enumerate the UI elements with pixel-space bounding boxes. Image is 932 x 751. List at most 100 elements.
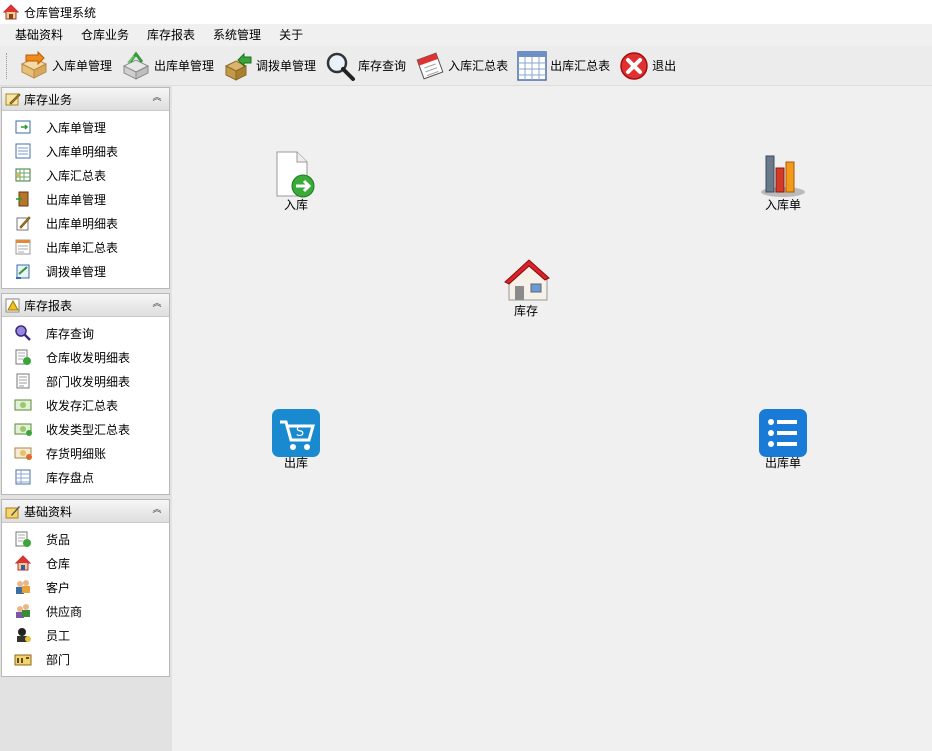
grid-sheet-icon (15, 168, 31, 182)
svg-text:S: S (296, 425, 304, 440)
document-arrow-icon (276, 151, 315, 198)
sidebar-item-department[interactable]: 部门 (2, 647, 169, 671)
panel-list: 货品 仓库 客户 供应商 员工 部门 (2, 523, 169, 671)
desktop-inbound-order-shortcut[interactable]: 入库单 (748, 150, 818, 213)
panel-title: 基础资料 (24, 504, 73, 519)
sidebar-item-customer[interactable]: 客户 (2, 575, 169, 599)
panel-header-basic-data[interactable]: 基础资料 ︽ (2, 500, 169, 523)
toolbar-grip[interactable] (6, 52, 10, 79)
transfer-box-icon (224, 52, 252, 81)
sidebar-item-label: 仓库 (46, 556, 71, 571)
sidebar-item-label: 供应商 (46, 604, 83, 619)
panel-stock-reports: 库存报表 ︽ 库存查询 仓库收发明细表 部门收发明细表 收发存汇总表 收发类型汇… (1, 293, 170, 495)
doc-add-icon (15, 349, 31, 365)
sidebar-item-stock-query[interactable]: 库存查询 (2, 321, 169, 345)
sidebar-item-io-type-summary[interactable]: 收发类型汇总表 (2, 417, 169, 441)
menu-basic-data[interactable]: 基础资料 (6, 24, 72, 46)
desktop-outbound-shortcut[interactable]: S 出库 (261, 408, 331, 471)
panel-header-stock-business[interactable]: 库存业务 ︽ (2, 88, 169, 111)
sidebar-item-goods[interactable]: 货品 (2, 527, 169, 551)
sidebar-item-label: 员工 (46, 628, 71, 643)
desktop-inbound-label: 入库 (283, 198, 308, 212)
house-icon (3, 4, 19, 20)
doc-lines-icon (16, 373, 30, 389)
panel-title: 库存业务 (24, 92, 73, 107)
title-bar: 仓库管理系统 (0, 0, 932, 24)
desktop-inbound-shortcut[interactable]: 入库 (261, 150, 331, 213)
sidebar-item-label: 收发存汇总表 (46, 398, 119, 413)
sidebar-item-label: 出库单管理 (46, 192, 107, 207)
sidebar-item-warehouse[interactable]: 仓库 (2, 551, 169, 575)
sidebar-item-io-stock-summary[interactable]: 收发存汇总表 (2, 393, 169, 417)
department-icon (14, 654, 32, 666)
users-icon (16, 580, 30, 594)
table-sheet-icon (15, 469, 31, 485)
collapse-chevron-icon[interactable]: ︽ (151, 92, 163, 104)
exit-button[interactable]: 退出 (614, 49, 680, 83)
menu-system-management[interactable]: 系统管理 (204, 24, 270, 46)
inbound-doc-icon (15, 120, 31, 134)
list-icon (759, 409, 807, 457)
sidebar-item-label: 客户 (46, 580, 71, 595)
sidebar-item-label: 部门 (46, 652, 71, 667)
sidebar-item-stocktaking[interactable]: 库存盘点 (2, 465, 169, 489)
sidebar-item-label: 仓库收发明细表 (46, 350, 131, 365)
sidebar-item-label: 存货明细账 (46, 446, 107, 461)
outbound-box-icon (122, 51, 150, 80)
outbound-summary-button[interactable]: 出库汇总表 (512, 49, 614, 83)
menu-stock-reports[interactable]: 库存报表 (138, 24, 204, 46)
sidebar-item-employee[interactable]: 员工 (2, 623, 169, 647)
sidebar-item-label: 部门收发明细表 (46, 374, 131, 389)
sidebar-item-inbound-management[interactable]: 入库单管理 (2, 115, 169, 139)
sidebar-item-label: 入库单管理 (46, 120, 107, 135)
sidebar-item-outbound-detail[interactable]: 出库单明细表 (2, 211, 169, 235)
collapse-chevron-icon[interactable]: ︽ (151, 504, 163, 516)
menu-warehouse-business[interactable]: 仓库业务 (72, 24, 138, 46)
panel-header-stock-reports[interactable]: 库存报表 ︽ (2, 294, 169, 317)
panel-list: 库存查询 仓库收发明细表 部门收发明细表 收发存汇总表 收发类型汇总表 存货明细… (2, 317, 169, 489)
stock-query-button[interactable]: 库存查询 (320, 49, 410, 83)
transfer-doc-icon (16, 264, 30, 279)
outbound-management-button[interactable]: 出库单管理 (116, 49, 218, 83)
sidebar: 库存业务 ︽ 入库单管理 入库单明细表 入库汇总表 出库单管理 出库单明细表 出… (0, 86, 172, 751)
sidebar-item-outbound-summary[interactable]: 出库单汇总表 (2, 235, 169, 259)
sidebar-item-label: 出库单汇总表 (46, 240, 119, 255)
inbound-summary-button[interactable]: 入库汇总表 (410, 49, 512, 83)
stock-query-label: 库存查询 (358, 59, 407, 73)
sidebar-item-transfer-management[interactable]: 调拨单管理 (2, 259, 169, 283)
sidebar-item-inventory-ledger[interactable]: 存货明细账 (2, 441, 169, 465)
bar-chart-icon (761, 155, 805, 197)
shopping-cart-icon: S (272, 409, 320, 457)
close-icon (620, 51, 648, 80)
transfer-management-button[interactable]: 调拨单管理 (218, 49, 320, 83)
sidebar-item-supplier[interactable]: 供应商 (2, 599, 169, 623)
sidebar-item-label: 库存盘点 (46, 470, 95, 485)
house-icon (14, 555, 32, 571)
desktop-inbound-order-label: 入库单 (764, 198, 801, 212)
sidebar-item-warehouse-io-detail[interactable]: 仓库收发明细表 (2, 345, 169, 369)
user-icon (17, 628, 31, 642)
desktop-stock-shortcut[interactable]: 库存 (491, 256, 561, 319)
inbound-box-icon (20, 50, 48, 79)
desktop-workspace: 入库 入库单 库存 S 出库 出库单 (172, 86, 932, 751)
sidebar-item-outbound-management[interactable]: 出库单管理 (2, 187, 169, 211)
pencil-note-icon (5, 93, 21, 106)
inbound-management-button[interactable]: 入库单管理 (14, 49, 116, 83)
collapse-chevron-icon[interactable]: ︽ (151, 298, 163, 310)
sidebar-item-label: 收发类型汇总表 (46, 422, 131, 437)
toolbar: 入库单管理 出库单管理 调拨单管理 库存查询 入库汇总表 出库汇总表 退出 (0, 46, 932, 86)
money-card-icon (14, 399, 32, 411)
sidebar-item-label: 出库单明细表 (46, 216, 119, 231)
sidebar-item-label: 调拨单管理 (46, 264, 107, 279)
sidebar-item-inbound-summary[interactable]: 入库汇总表 (2, 163, 169, 187)
panel-list: 入库单管理 入库单明细表 入库汇总表 出库单管理 出库单明细表 出库单汇总表 调… (2, 111, 169, 283)
report-sheet-icon (15, 239, 31, 255)
outbound-summary-label: 出库汇总表 (550, 59, 611, 73)
sidebar-item-label: 库存查询 (46, 326, 95, 341)
menu-about[interactable]: 关于 (270, 24, 312, 46)
panel-title: 库存报表 (24, 298, 73, 313)
sidebar-item-inbound-detail[interactable]: 入库单明细表 (2, 139, 169, 163)
desktop-outbound-order-shortcut[interactable]: 出库单 (748, 408, 818, 471)
desktop-stock-label: 库存 (513, 304, 538, 318)
sidebar-item-department-io-detail[interactable]: 部门收发明细表 (2, 369, 169, 393)
